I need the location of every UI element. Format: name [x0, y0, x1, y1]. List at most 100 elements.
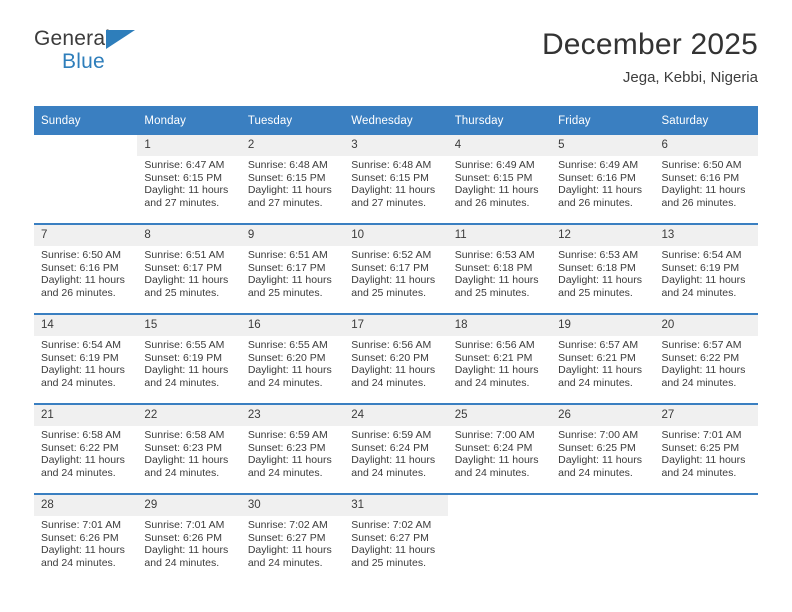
daylight-text-line2: and 26 minutes. [661, 196, 737, 209]
day-number: 26 [551, 405, 655, 426]
daylight-text-line1: Daylight: 11 hours [661, 364, 746, 377]
day-cell[interactable]: 24 Sunrise: 6:59 AM Sunset: 6:24 PM Dayligh… [344, 403, 448, 494]
daylight-text-line1: Daylight: 11 hours [41, 274, 125, 287]
day-details: Sunrise: 6:57 AM Sunset: 6:21 PM Daylight:… [551, 336, 654, 389]
day-details: Sunrise: 7:00 AM Sunset: 6:25 PM Daylight:… [551, 426, 654, 479]
day-cell[interactable]: 16 Sunrise: 6:55 AM Sunset: 6:20 PM Dayligh… [240, 313, 345, 404]
day-details: Sunrise: 7:01 AM Sunset: 6:25 PM Daylight:… [655, 426, 758, 479]
day-cell[interactable]: 28 Sunrise: 7:01 AM Sunset: 6:26 PM Dayligh… [34, 493, 138, 583]
sunrise-text: Sunrise: 6:55 AM [247, 339, 328, 351]
day-details: Sunrise: 6:55 AM Sunset: 6:19 PM Daylight:… [137, 336, 240, 389]
daylight-text-line1: Daylight: 11 hours [144, 364, 229, 377]
day-cell[interactable]: 10 Sunrise: 6:52 AM Sunset: 6:17 PM Dayligh… [344, 223, 448, 314]
sunset-text: Sunset: 6:21 PM [454, 351, 533, 364]
weekday-header-friday: Friday [551, 106, 655, 135]
sunrise-text: Sunrise: 6:52 AM [351, 249, 432, 261]
day-cell[interactable]: 18 Sunrise: 6:56 AM Sunset: 6:21 PM Dayligh… [447, 313, 552, 404]
sunset-text: Sunset: 6:16 PM [41, 261, 119, 274]
day-cell[interactable]: 9 Sunrise: 6:51 AM Sunset: 6:17 PM Daylight… [240, 223, 345, 314]
sunset-text: Sunset: 6:16 PM [661, 171, 740, 184]
day-cell[interactable]: 12 Sunrise: 6:53 AM Sunset: 6:18 PM Dayligh… [551, 223, 655, 314]
day-details: Sunrise: 6:53 AM Sunset: 6:18 PM Daylight:… [551, 246, 654, 299]
daylight-text-line1: Daylight: 11 hours [144, 184, 229, 197]
sunrise-text: Sunrise: 6:54 AM [41, 339, 121, 351]
day-number: 29 [137, 495, 241, 516]
day-number: 12 [551, 225, 655, 246]
sunrise-text: Sunrise: 7:01 AM [144, 519, 225, 531]
day-number: 6 [654, 135, 758, 156]
day-cell[interactable]: 5 Sunrise: 6:49 AM Sunset: 6:16 PM Daylight… [551, 135, 655, 224]
daylight-text-line1: Daylight: 11 hours [558, 454, 642, 467]
sunrise-text: Sunrise: 7:00 AM [558, 429, 639, 441]
day-cell[interactable]: 1 Sunrise: 6:47 AM Sunset: 6:15 PM Daylight… [137, 135, 241, 224]
calendar-page: General Blue December 2025 Jega, Kebbi, … [0, 0, 792, 612]
daylight-text-line2: and 25 minutes. [247, 286, 323, 299]
day-details: Sunrise: 6:54 AM Sunset: 6:19 PM Daylight:… [655, 246, 758, 299]
day-cell[interactable] [34, 135, 137, 224]
daylight-text-line2: and 24 minutes. [247, 466, 323, 479]
weekday-header-wednesday: Wednesday [344, 106, 448, 135]
sunset-text: Sunset: 6:15 PM [351, 171, 429, 184]
day-cell[interactable]: 29 Sunrise: 7:01 AM Sunset: 6:26 PM Dayligh… [137, 493, 241, 583]
calendar-week-row: 1 Sunrise: 6:47 AM Sunset: 6:15 PM Daylight… [34, 135, 758, 224]
daylight-text-line1: Daylight: 11 hours [661, 184, 746, 197]
day-number: 28 [34, 495, 138, 516]
page-title: December 2025 [541, 28, 758, 61]
day-cell[interactable]: 19 Sunrise: 6:57 AM Sunset: 6:21 PM Dayligh… [551, 313, 655, 404]
day-cell[interactable]: 2 Sunrise: 6:48 AM Sunset: 6:15 PM Daylight… [240, 135, 345, 224]
daylight-text-line2: and 27 minutes. [247, 196, 323, 209]
sunset-text: Sunset: 6:25 PM [661, 441, 740, 454]
day-cell[interactable]: 21 Sunrise: 6:58 AM Sunset: 6:22 PM Dayligh… [34, 403, 138, 494]
daylight-text-line2: and 24 minutes. [144, 556, 220, 569]
calendar-body: 1 Sunrise: 6:47 AM Sunset: 6:15 PM Daylight… [34, 135, 758, 583]
day-details: Sunrise: 7:00 AM Sunset: 6:24 PM Daylight:… [448, 426, 551, 479]
day-number: 13 [654, 225, 758, 246]
day-cell[interactable]: 3 Sunrise: 6:48 AM Sunset: 6:15 PM Daylight… [344, 135, 448, 224]
day-number [655, 495, 758, 516]
page-header: General Blue December 2025 Jega, Kebbi, … [34, 0, 758, 98]
day-cell[interactable]: 20 Sunrise: 6:57 AM Sunset: 6:22 PM Dayligh… [654, 313, 758, 404]
day-details: Sunrise: 6:57 AM Sunset: 6:22 PM Daylight:… [655, 336, 758, 389]
sunset-text: Sunset: 6:15 PM [454, 171, 533, 184]
day-cell[interactable]: 6 Sunrise: 6:50 AM Sunset: 6:16 PM Daylight… [654, 135, 758, 224]
day-cell[interactable]: 27 Sunrise: 7:01 AM Sunset: 6:25 PM Dayligh… [654, 403, 758, 494]
daylight-text-line2: and 24 minutes. [144, 376, 220, 389]
day-cell[interactable]: 7 Sunrise: 6:50 AM Sunset: 6:16 PM Daylight… [34, 223, 138, 314]
sunset-text: Sunset: 6:17 PM [247, 261, 326, 274]
day-number: 18 [447, 315, 552, 336]
day-cell[interactable]: 8 Sunrise: 6:51 AM Sunset: 6:17 PM Daylight… [137, 223, 241, 314]
daylight-text-line2: and 24 minutes. [247, 376, 323, 389]
daylight-text-line1: Daylight: 11 hours [41, 364, 125, 377]
day-cell[interactable]: 11 Sunrise: 6:53 AM Sunset: 6:18 PM Dayligh… [447, 223, 552, 314]
calendar-week-row: 28 Sunrise: 7:01 AM Sunset: 6:26 PM Dayligh… [34, 493, 758, 583]
sunset-text: Sunset: 6:17 PM [144, 261, 223, 274]
brand-logo[interactable]: General Blue [34, 28, 214, 80]
day-cell[interactable] [447, 493, 552, 583]
sunrise-text: Sunrise: 6:50 AM [661, 159, 742, 171]
day-cell[interactable]: 25 Sunrise: 7:00 AM Sunset: 6:24 PM Dayligh… [447, 403, 552, 494]
day-cell[interactable]: 30 Sunrise: 7:02 AM Sunset: 6:27 PM Dayligh… [240, 493, 345, 583]
day-cell[interactable]: 17 Sunrise: 6:56 AM Sunset: 6:20 PM Dayligh… [344, 313, 448, 404]
daylight-text-line1: Daylight: 11 hours [454, 274, 539, 287]
day-cell[interactable] [551, 493, 655, 583]
day-cell[interactable]: 26 Sunrise: 7:00 AM Sunset: 6:25 PM Dayligh… [551, 403, 655, 494]
day-cell[interactable]: 13 Sunrise: 6:54 AM Sunset: 6:19 PM Dayligh… [654, 223, 758, 314]
sunset-text: Sunset: 6:20 PM [351, 351, 429, 364]
day-number: 15 [137, 315, 241, 336]
daylight-text-line1: Daylight: 11 hours [247, 274, 332, 287]
day-cell[interactable]: 14 Sunrise: 6:54 AM Sunset: 6:19 PM Dayligh… [34, 313, 138, 404]
day-cell[interactable]: 4 Sunrise: 6:49 AM Sunset: 6:15 PM Daylight… [447, 135, 552, 224]
day-cell[interactable] [654, 493, 758, 583]
sunrise-text: Sunrise: 6:49 AM [454, 159, 535, 171]
day-number: 2 [240, 135, 345, 156]
day-number: 25 [447, 405, 552, 426]
day-cell[interactable]: 15 Sunrise: 6:55 AM Sunset: 6:19 PM Dayligh… [137, 313, 241, 404]
day-cell[interactable]: 31 Sunrise: 7:02 AM Sunset: 6:27 PM Dayligh… [344, 493, 448, 583]
day-cell[interactable]: 22 Sunrise: 6:58 AM Sunset: 6:23 PM Dayligh… [137, 403, 241, 494]
day-details: Sunrise: 6:52 AM Sunset: 6:17 PM Daylight:… [344, 246, 447, 299]
day-details: Sunrise: 6:50 AM Sunset: 6:16 PM Daylight:… [34, 246, 137, 299]
day-details: Sunrise: 6:56 AM Sunset: 6:21 PM Daylight:… [448, 336, 551, 389]
day-cell[interactable]: 23 Sunrise: 6:59 AM Sunset: 6:23 PM Dayligh… [240, 403, 345, 494]
daylight-text-line2: and 24 minutes. [558, 466, 633, 479]
sunrise-text: Sunrise: 6:53 AM [454, 249, 535, 261]
